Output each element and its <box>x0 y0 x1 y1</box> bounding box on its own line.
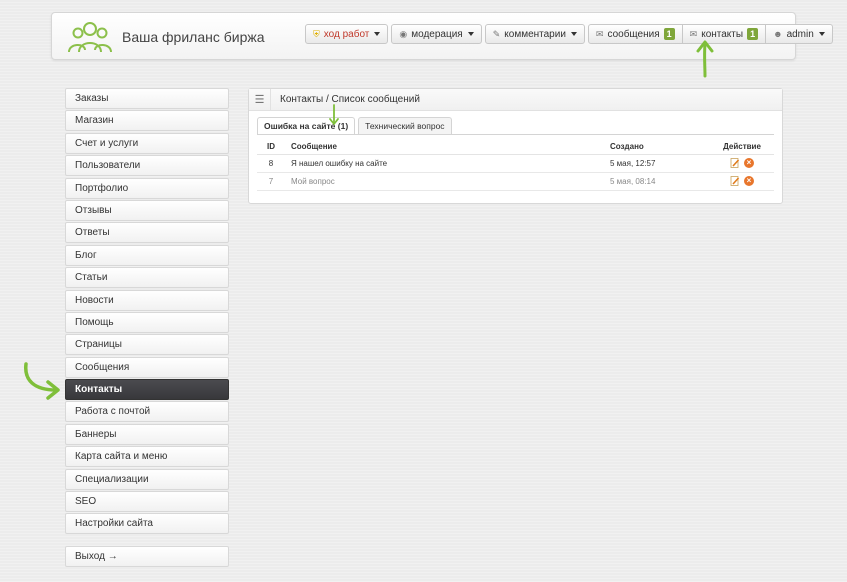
chevron-down-icon <box>374 32 381 36</box>
row-message[interactable]: Мой вопрос <box>285 172 610 191</box>
sidebar-item-blog[interactable]: Блог <box>65 244 229 266</box>
sidebar-item-seo[interactable]: SEO <box>65 491 229 513</box>
main-panel: ☰ Контакты / Список сообщений Ошибка на … <box>248 88 783 204</box>
sidebar-item-articles[interactable]: Статьи <box>65 267 229 289</box>
sidebar-item-settings[interactable]: Настройки сайта <box>65 513 229 535</box>
edit-icon[interactable] <box>730 158 740 168</box>
header: Ваша фриланс биржа ⛨ ход работ ◉ модерац… <box>51 12 833 60</box>
tabs: Ошибка на сайте (1) Технический вопрос <box>257 117 455 135</box>
nav-moderation-button[interactable]: ◉ модерация <box>391 24 482 44</box>
tabs-divider <box>257 134 774 135</box>
breadcrumb: Контакты / Список сообщений <box>280 94 420 105</box>
row-message[interactable]: Я нашел ошибку на сайте <box>285 154 610 173</box>
sidebar-item-orders[interactable]: Заказы <box>65 88 229 109</box>
mail-icon: ✉ <box>689 28 698 39</box>
sidebar-item-mail[interactable]: Работа с почтой <box>65 401 229 423</box>
sidebar-item-sitemap[interactable]: Карта сайта и меню <box>65 446 229 468</box>
site-title: Ваша фриланс биржа <box>122 29 265 45</box>
nav-admin-button[interactable]: ☻ admin <box>766 24 833 44</box>
sidebar-item-users[interactable]: Пользователи <box>65 155 229 177</box>
row-actions: × <box>710 154 774 173</box>
delete-icon[interactable]: × <box>744 158 754 168</box>
column-header-created: Создано <box>610 139 710 155</box>
messages-badge: 1 <box>663 28 675 40</box>
contacts-badge: 1 <box>747 28 759 40</box>
row-actions: × <box>710 172 774 191</box>
messages-table: ID Сообщение Создано Действие 8 Я нашел … <box>257 139 774 191</box>
menu-icon[interactable]: ☰ <box>249 88 271 111</box>
logo-icon <box>68 22 112 53</box>
sidebar-item-answers[interactable]: Ответы <box>65 222 229 244</box>
mail-icon: ✉ <box>595 28 604 39</box>
tab-site-error[interactable]: Ошибка на сайте (1) <box>257 117 356 135</box>
eye-icon: ◉ <box>399 28 408 39</box>
row-created: 5 мая, 08:14 <box>610 172 710 191</box>
sidebar-item-news[interactable]: Новости <box>65 289 229 311</box>
tab-tech-question[interactable]: Технический вопрос <box>358 117 452 134</box>
nav-messages-button[interactable]: ✉ сообщения 1 <box>587 24 683 44</box>
column-header-id: ID <box>257 139 285 155</box>
shield-icon: ⛨ <box>313 28 320 39</box>
row-created: 5 мая, 12:57 <box>610 154 710 173</box>
sidebar-item-help[interactable]: Помощь <box>65 311 229 333</box>
sidebar-item-banners[interactable]: Баннеры <box>65 423 229 445</box>
delete-icon[interactable]: × <box>744 176 754 186</box>
sidebar-item-messages[interactable]: Сообщения <box>65 356 229 378</box>
chevron-down-icon <box>467 32 474 36</box>
row-id: 7 <box>257 172 285 191</box>
panel-header: ☰ Контакты / Список сообщений <box>249 88 782 111</box>
column-header-action: Действие <box>710 139 774 155</box>
row-id: 8 <box>257 154 285 173</box>
chevron-down-icon <box>570 32 577 36</box>
table-row: 8 Я нашел ошибку на сайте 5 мая, 12:57 × <box>257 154 774 173</box>
nav-progress-button[interactable]: ⛨ ход работ <box>305 24 389 44</box>
sidebar-item-specializations[interactable]: Специализации <box>65 468 229 490</box>
sidebar-item-shop[interactable]: Магазин <box>65 110 229 132</box>
edit-icon[interactable] <box>730 176 740 186</box>
annotation-arrow-sidebar <box>24 362 60 400</box>
sidebar: Заказы Магазин Счет и услуги Пользовател… <box>65 88 229 536</box>
table-row: 7 Мой вопрос 5 мая, 08:14 × <box>257 172 774 191</box>
sidebar-item-portfolio[interactable]: Портфолио <box>65 177 229 199</box>
sidebar-item-pages[interactable]: Страницы <box>65 334 229 356</box>
chevron-down-icon <box>818 32 825 36</box>
sidebar-item-contacts[interactable]: Контакты <box>65 379 229 401</box>
nav-comments-button[interactable]: ✎ комментарии <box>484 24 585 44</box>
sidebar-item-reviews[interactable]: Отзывы <box>65 199 229 221</box>
top-navigation: ⛨ ход работ ◉ модерация ✎ комментарии ✉ … <box>305 24 836 44</box>
nav-contacts-button[interactable]: ✉ контакты 1 <box>682 24 767 44</box>
column-header-message: Сообщение <box>285 139 610 155</box>
pencil-icon: ✎ <box>492 28 501 39</box>
user-icon: ☻ <box>773 29 783 39</box>
sidebar-item-billing[interactable]: Счет и услуги <box>65 132 229 154</box>
logout-button[interactable]: Выход → <box>65 546 229 567</box>
